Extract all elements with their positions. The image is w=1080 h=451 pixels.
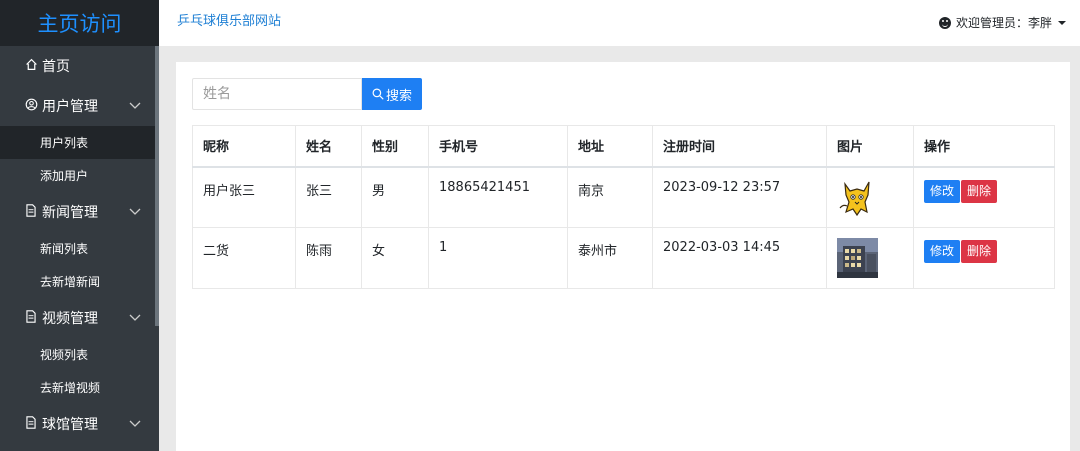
sidebar-item-label: 首页 bbox=[42, 59, 70, 75]
sidebar-item-add-news[interactable]: 去新增新闻 bbox=[0, 265, 159, 298]
cell-gender: 男 bbox=[361, 166, 429, 228]
user-table: 昵称 姓名 性别 手机号 地址 注册时间 图片 操作 用户张三 张三 男 188… bbox=[192, 125, 1055, 289]
sidebar-item-add-user[interactable]: 添加用户 bbox=[0, 159, 159, 192]
cell-address: 泰州市 bbox=[567, 227, 653, 289]
cell-image bbox=[826, 227, 914, 289]
chevron-down-icon bbox=[129, 102, 141, 109]
cell-phone: 1 bbox=[428, 227, 568, 289]
cell-gender: 女 bbox=[361, 227, 429, 289]
sidebar-item-user-list[interactable]: 用户列表 bbox=[0, 126, 159, 159]
sidebar-item-video-list[interactable]: 视频列表 bbox=[0, 338, 159, 371]
cell-nickname: 二货 bbox=[192, 227, 296, 289]
sidebar-item-home[interactable]: 首页 bbox=[0, 46, 159, 86]
column-header: 地址 bbox=[567, 125, 653, 168]
table-header-row: 昵称 姓名 性别 手机号 地址 注册时间 图片 操作 bbox=[192, 125, 1055, 168]
chevron-down-icon bbox=[129, 208, 141, 215]
edit-button[interactable]: 修改 bbox=[924, 179, 961, 203]
building-photo-image bbox=[837, 238, 878, 278]
edit-button[interactable]: 修改 bbox=[924, 240, 961, 263]
column-header: 操作 bbox=[913, 125, 1055, 168]
cell-image bbox=[826, 166, 914, 228]
sidebar-item-user-management[interactable]: 用户管理 bbox=[0, 86, 159, 126]
delete-button[interactable]: 删除 bbox=[961, 240, 998, 263]
cell-name: 陈雨 bbox=[295, 227, 362, 289]
sidebar-item-label: 新闻管理 bbox=[42, 205, 98, 221]
chevron-down-icon bbox=[129, 420, 141, 427]
sidebar: 主页访问 首页 用户管理 用户列表 添加用户 新闻管理 新闻列表 去新增新闻 视… bbox=[0, 0, 159, 451]
document-icon bbox=[24, 203, 38, 221]
user-circle-icon bbox=[24, 98, 38, 115]
sidebar-item-video-management[interactable]: 视频管理 bbox=[0, 298, 159, 338]
document-icon bbox=[24, 415, 38, 433]
user-menu-dropdown[interactable]: 欢迎管理员：李胖 bbox=[938, 14, 1066, 31]
column-header: 姓名 bbox=[295, 125, 362, 168]
sidebar-item-label: 视频管理 bbox=[42, 311, 98, 327]
site-title-link[interactable]: 乒乓球俱乐部网站 bbox=[177, 10, 281, 29]
smile-icon bbox=[938, 16, 951, 29]
column-header: 手机号 bbox=[428, 125, 568, 168]
column-header: 昵称 bbox=[192, 125, 296, 168]
cell-phone: 18865421451 bbox=[428, 166, 568, 228]
cell-nickname: 用户张三 bbox=[192, 166, 296, 228]
cell-name: 张三 bbox=[295, 166, 362, 228]
table-row: 二货 陈雨 女 1 泰州市 2022-03-03 14:45 修改 删除 bbox=[192, 227, 1055, 289]
sidebar-item-venue-management[interactable]: 球馆管理 bbox=[0, 404, 159, 444]
top-header: 乒乓球俱乐部网站 欢迎管理员：李胖 bbox=[159, 0, 1080, 46]
sidebar-item-news-management[interactable]: 新闻管理 bbox=[0, 192, 159, 232]
chevron-down-icon bbox=[129, 314, 141, 321]
cell-registered: 2023-09-12 23:57 bbox=[652, 166, 827, 228]
search-button-label: 搜索 bbox=[385, 88, 412, 104]
column-header: 注册时间 bbox=[652, 125, 827, 168]
search-button[interactable]: 搜索 bbox=[362, 78, 422, 110]
table-row: 用户张三 张三 男 18865421451 南京 2023-09-12 23:5… bbox=[192, 166, 1055, 228]
brand-title[interactable]: 主页访问 bbox=[0, 0, 159, 46]
column-header: 性别 bbox=[361, 125, 429, 168]
cell-actions: 修改 删除 bbox=[913, 227, 1055, 289]
sidebar-item-add-video[interactable]: 去新增视频 bbox=[0, 371, 159, 404]
cell-actions: 修改 删除 bbox=[913, 166, 1055, 228]
search-input[interactable] bbox=[192, 78, 362, 110]
cell-registered: 2022-03-03 14:45 bbox=[652, 227, 827, 289]
sidebar-item-label: 球馆管理 bbox=[42, 417, 98, 433]
caret-down-icon bbox=[1058, 20, 1066, 25]
sidebar-item-news-list[interactable]: 新闻列表 bbox=[0, 232, 159, 265]
document-icon bbox=[24, 309, 38, 327]
search-icon bbox=[372, 88, 384, 100]
delete-button[interactable]: 删除 bbox=[961, 179, 998, 203]
user-welcome-label: 欢迎管理员：李胖 bbox=[955, 16, 1052, 30]
cell-address: 南京 bbox=[567, 166, 653, 228]
home-icon bbox=[24, 58, 38, 75]
tomcat-cat-image bbox=[839, 181, 870, 216]
main-content-card: 搜索 昵称 姓名 性别 手机号 地址 注册时间 图片 操作 用户张三 张三 男 bbox=[176, 62, 1070, 451]
sidebar-item-label: 用户管理 bbox=[42, 99, 98, 115]
column-header: 图片 bbox=[826, 125, 914, 168]
